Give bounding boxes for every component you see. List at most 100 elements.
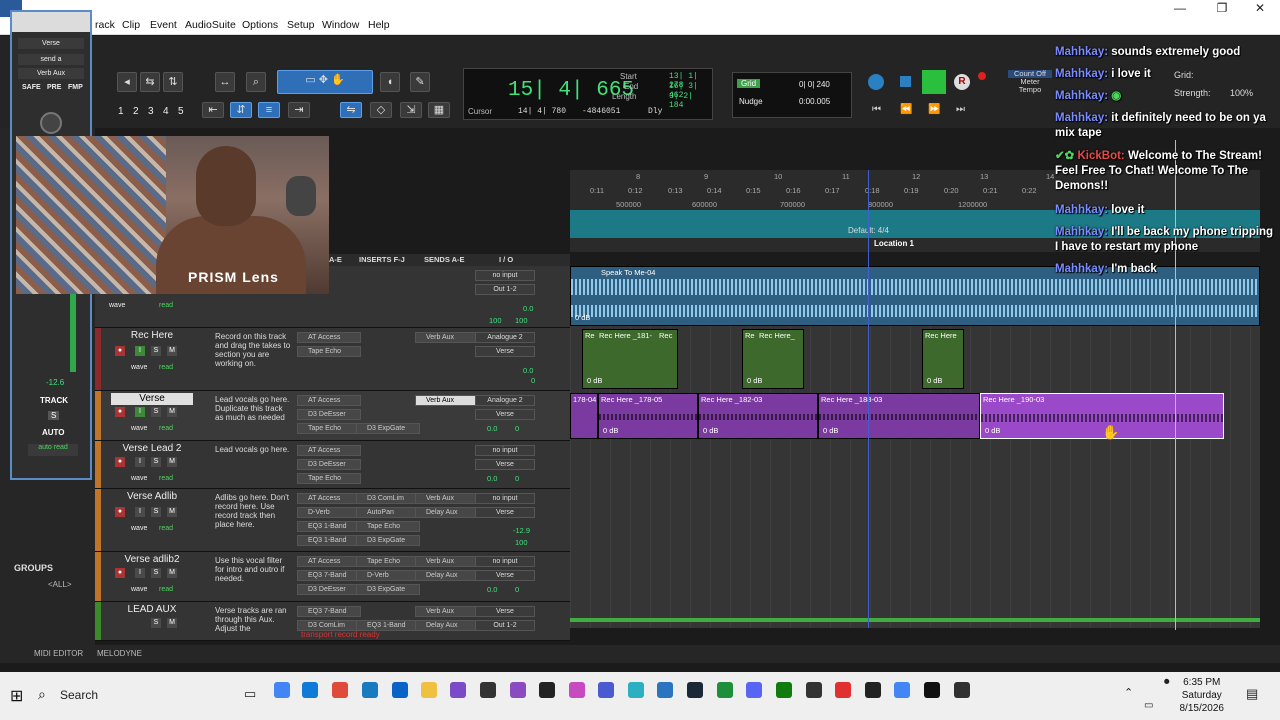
insert-f[interactable]: D3 ExpGate	[356, 423, 420, 434]
track-comment[interactable]: Adlibs go here. Don't record here. Use r…	[215, 493, 293, 529]
smart-tool-group[interactable]: ▭ ✥ ✋	[277, 70, 373, 94]
send-a[interactable]: Verb Aux	[415, 395, 479, 406]
insert-b[interactable]: D3 DeEsser	[297, 459, 361, 470]
track-comment[interactable]: Lead vocals go here. Duplicate this trac…	[215, 395, 293, 422]
link-track-button[interactable]: ≡	[258, 102, 280, 118]
track-view-select[interactable]: wave	[131, 525, 147, 532]
track-first-pan-r[interactable]: 100	[515, 316, 528, 325]
mirror-midi-button[interactable]: ⇋	[340, 102, 362, 118]
solo-button[interactable]: S	[151, 568, 161, 578]
track-auto-select[interactable]: read	[159, 364, 173, 371]
zoom-preset-5[interactable]: 5	[178, 106, 184, 117]
tab-to-transient-button[interactable]: ⇤	[202, 102, 224, 118]
track-pan[interactable]: 100	[515, 538, 528, 547]
app-icon-8[interactable]	[806, 682, 822, 698]
send-a[interactable]: Verb Aux	[415, 493, 479, 504]
rewind-button[interactable]: ⏪	[900, 104, 912, 115]
clip-rec-here-b[interactable]: Re Rec Here_ 0 dB	[742, 329, 804, 389]
track-view-select[interactable]: wave	[131, 586, 147, 593]
close-button[interactable]: ✕	[1250, 1, 1270, 15]
track-name[interactable]: Rec Here	[111, 330, 193, 342]
track-name[interactable]: Verse adlib2	[111, 554, 193, 566]
send-a[interactable]: Verb Aux	[415, 606, 479, 617]
mute-button[interactable]: M	[167, 457, 177, 467]
send-b[interactable]: Delay Aux	[415, 507, 479, 518]
play-button[interactable]	[922, 70, 946, 94]
taskbar-search[interactable]: ⌕ Search	[32, 680, 232, 712]
track-auto-select[interactable]: read	[159, 475, 173, 482]
send-track-select[interactable]: Verse	[18, 38, 84, 49]
insert-a[interactable]: AT Access	[297, 556, 361, 567]
clip-verse-178-05[interactable]: Rec Here _178-05 0 dB	[598, 393, 698, 439]
track-input[interactable]: no input	[475, 493, 535, 504]
app-icon-3[interactable]	[510, 682, 526, 698]
store-icon[interactable]	[362, 682, 378, 698]
zoom-preset-4[interactable]: 4	[163, 106, 169, 117]
menu-options[interactable]: Options	[242, 19, 278, 31]
app-icon-7[interactable]	[657, 682, 673, 698]
track-output[interactable]: Verse	[475, 507, 535, 518]
track-comment[interactable]: Lead vocals go here.	[215, 445, 293, 454]
taskbar-clock[interactable]: 6:35 PM Saturday 8/15/2026	[1180, 676, 1225, 715]
track-rec-here[interactable]: Rec Here ● I S M wave read Record on this t…	[95, 328, 570, 391]
send-pan-knob[interactable]	[40, 112, 62, 134]
track-name[interactable]: Verse	[111, 393, 193, 405]
track-auto-select[interactable]: read	[159, 425, 173, 432]
solo-button[interactable]: S	[151, 507, 161, 517]
track-pan[interactable]: 0	[515, 585, 519, 594]
track-pan[interactable]: 0	[515, 474, 519, 483]
zoom-preset-2[interactable]: 2	[133, 106, 139, 117]
clip-rec-here-181[interactable]: Re Rec Here _181- Rec 0 dB	[582, 329, 678, 389]
track-vol[interactable]: 0.0	[487, 424, 497, 433]
record-arm-button[interactable]: ●	[115, 568, 125, 578]
insert-a[interactable]: AT Access	[297, 493, 361, 504]
app-icon-4[interactable]	[569, 682, 585, 698]
track-first-read[interactable]: read	[159, 302, 173, 309]
chrome-app-icon[interactable]	[332, 682, 348, 698]
tempo-label[interactable]: Tempo	[1008, 86, 1052, 94]
insert-c[interactable]: D3 DeEsser	[297, 584, 361, 595]
track-input[interactable]: Analogue 2	[475, 395, 535, 406]
clip-verse-178-04[interactable]: 178-04	[570, 393, 598, 439]
insertion-follows-button[interactable]: ⇥	[288, 102, 310, 118]
track-first-vol[interactable]: 0.0	[523, 304, 533, 313]
track-output[interactable]: Verse	[475, 409, 535, 420]
loop-icon[interactable]: ◇	[370, 102, 392, 118]
app-icon-6[interactable]	[628, 682, 644, 698]
stop-button[interactable]	[900, 76, 911, 87]
insert-h[interactable]: Tape Echo	[356, 521, 420, 532]
track-comment[interactable]: Record on this track and drag the takes …	[215, 332, 293, 368]
pencil-icon[interactable]: ✎	[410, 72, 430, 92]
task-view-icon[interactable]: ▭	[244, 686, 256, 702]
mute-button[interactable]: M	[167, 346, 177, 356]
track-vol[interactable]: 0.0	[523, 366, 533, 375]
clip-verse-182-03[interactable]: Rec Here _182-03 0 dB	[698, 393, 818, 439]
auto-mode-select[interactable]: auto read	[28, 444, 78, 456]
zoom-preset-3[interactable]: 3	[148, 106, 154, 117]
mute-button[interactable]: M	[167, 507, 177, 517]
insert-b[interactable]: EQ3 7-Band	[297, 570, 361, 581]
input-monitor-button[interactable]: I	[135, 507, 145, 517]
track-pan[interactable]: 0	[515, 424, 519, 433]
ffwd-button[interactable]: ⏩	[928, 104, 940, 115]
send-a[interactable]: Verb Aux	[415, 556, 479, 567]
send-select[interactable]: send a	[18, 54, 84, 65]
clip-rec-here-c[interactable]: Rec Here 0 dB	[922, 329, 964, 389]
insert-f[interactable]: Tape Echo	[356, 556, 420, 567]
track-input[interactable]: no input	[475, 556, 535, 567]
app-icon-10[interactable]	[865, 682, 881, 698]
track-name[interactable]: Verse Lead 2	[111, 443, 193, 455]
spot-mode-button[interactable]: ⇅	[163, 72, 183, 92]
track-first-wave[interactable]: wave	[109, 302, 125, 309]
notification-icon[interactable]: ▤	[1246, 686, 1258, 702]
insert-c[interactable]: EQ3 1-Band	[297, 521, 361, 532]
send-window-titlebar[interactable]	[12, 12, 90, 32]
shuffle-mode-button[interactable]: ◂	[117, 72, 137, 92]
track-auto-select[interactable]: read	[159, 586, 173, 593]
track-output[interactable]: Verse	[475, 570, 535, 581]
pro-tools-icon[interactable]	[924, 682, 940, 698]
record-arm-button[interactable]: ●	[115, 457, 125, 467]
input-monitor-button[interactable]: I	[135, 457, 145, 467]
delay-label[interactable]: Dly	[648, 107, 662, 116]
track-verse-lead-2[interactable]: Verse Lead 2 ● I S M wave read Lead vocals …	[95, 441, 570, 489]
